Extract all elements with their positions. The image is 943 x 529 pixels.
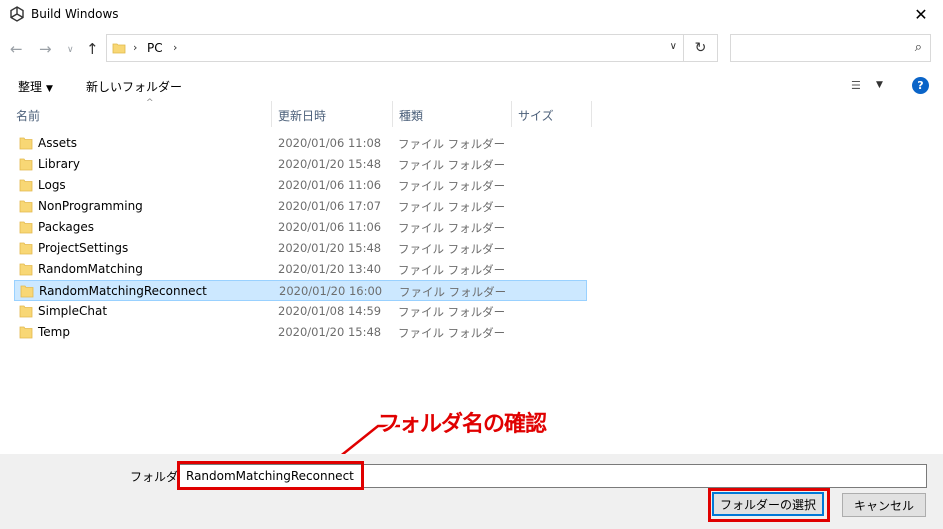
folder-icon bbox=[19, 221, 33, 234]
file-name: RandomMatching bbox=[38, 262, 143, 276]
up-arrow-icon[interactable]: ↑ bbox=[86, 41, 99, 57]
window-title: Build Windows bbox=[31, 7, 119, 21]
breadcrumb-item-pc[interactable]: PC bbox=[147, 41, 163, 55]
file-date: 2020/01/06 11:06 bbox=[278, 178, 382, 192]
file-name: SimpleChat bbox=[38, 304, 108, 318]
folder-icon bbox=[19, 326, 33, 339]
column-size[interactable]: サイズ bbox=[512, 101, 592, 127]
file-name: ProjectSettings bbox=[38, 241, 129, 255]
file-name: RandomMatchingReconnect bbox=[39, 284, 207, 298]
file-row[interactable]: NonProgramming 2020/01/06 17:07 ファイル フォルダー bbox=[14, 196, 587, 217]
file-row[interactable]: Assets 2020/01/06 11:08 ファイル フォルダー bbox=[14, 133, 587, 154]
column-name-label: 名前 bbox=[16, 109, 41, 123]
file-type: ファイル フォルダー bbox=[398, 158, 506, 172]
new-folder-button[interactable]: 新しいフォルダー bbox=[86, 78, 182, 95]
close-icon: ✕ bbox=[914, 5, 928, 24]
file-row[interactable]: Library 2020/01/20 15:48 ファイル フォルダー bbox=[14, 154, 587, 175]
file-name: Temp bbox=[38, 325, 70, 339]
file-type: ファイル フォルダー bbox=[399, 285, 507, 299]
folder-name-value: RandomMatchingReconnect bbox=[186, 469, 354, 483]
file-name: Library bbox=[38, 157, 80, 171]
caret-down-icon: ▼ bbox=[46, 84, 53, 94]
file-name: Assets bbox=[38, 136, 78, 150]
search-input[interactable] bbox=[737, 39, 897, 57]
search-icon[interactable]: ⌕ bbox=[915, 40, 922, 55]
navigation-bar: ← → ∨ ↑ › PC › ∨ ↻ ⌕ bbox=[0, 29, 943, 69]
file-row[interactable]: Logs 2020/01/06 11:06 ファイル フォルダー bbox=[14, 175, 587, 196]
help-icon[interactable]: ? bbox=[912, 77, 929, 94]
file-type: ファイル フォルダー bbox=[398, 326, 506, 340]
folder-icon bbox=[19, 263, 33, 276]
file-type: ファイル フォルダー bbox=[398, 305, 506, 319]
bottom-panel: フォルダー: RandomMatchingReconnect フォルダーの選択 … bbox=[0, 454, 943, 529]
file-date: 2020/01/20 13:40 bbox=[278, 262, 382, 276]
file-type: ファイル フォルダー bbox=[398, 200, 506, 214]
breadcrumb-separator-icon[interactable]: › bbox=[173, 41, 177, 54]
folder-icon bbox=[19, 305, 33, 318]
file-name: NonProgramming bbox=[38, 199, 143, 213]
column-date[interactable]: 更新日時 bbox=[272, 101, 393, 127]
back-arrow-icon[interactable]: ← bbox=[10, 41, 23, 57]
file-row[interactable]: Temp 2020/01/20 15:48 ファイル フォルダー bbox=[14, 322, 587, 343]
file-date: 2020/01/20 15:48 bbox=[278, 157, 382, 171]
file-row[interactable]: RandomMatching 2020/01/20 13:40 ファイル フォルダー bbox=[14, 259, 587, 280]
recent-locations-chevron-icon[interactable]: ∨ bbox=[67, 42, 74, 58]
annotation-label: フォルダ名の確認 bbox=[378, 412, 547, 437]
file-date: 2020/01/08 14:59 bbox=[278, 304, 382, 318]
refresh-button[interactable]: ↻ bbox=[684, 34, 718, 62]
file-type: ファイル フォルダー bbox=[398, 242, 506, 256]
file-date: 2020/01/20 15:48 bbox=[278, 241, 382, 255]
file-type: ファイル フォルダー bbox=[398, 179, 506, 193]
file-name: Packages bbox=[38, 220, 94, 234]
unity-icon bbox=[10, 6, 24, 22]
file-row[interactable]: SimpleChat 2020/01/08 14:59 ファイル フォルダー bbox=[14, 301, 587, 322]
file-date: 2020/01/06 11:06 bbox=[278, 220, 382, 234]
file-name: Logs bbox=[38, 178, 66, 192]
folder-name-input[interactable]: RandomMatchingReconnect bbox=[178, 464, 927, 488]
column-name[interactable]: 名前 ^ bbox=[10, 98, 272, 127]
folder-icon bbox=[19, 158, 33, 171]
command-toolbar: 整理 ▼ 新しいフォルダー ☰ ▼ ? bbox=[0, 69, 943, 101]
file-date: 2020/01/20 16:00 bbox=[279, 284, 383, 298]
folder-icon bbox=[19, 242, 33, 255]
folder-icon bbox=[19, 137, 33, 150]
folder-icon bbox=[20, 285, 34, 298]
column-type[interactable]: 種類 bbox=[393, 101, 512, 127]
folder-icon bbox=[19, 179, 33, 192]
breadcrumb-separator-icon: › bbox=[133, 41, 138, 54]
cancel-button[interactable]: キャンセル bbox=[842, 493, 926, 517]
organize-button[interactable]: 整理 ▼ bbox=[18, 78, 53, 95]
file-type: ファイル フォルダー bbox=[398, 137, 506, 151]
organize-label: 整理 bbox=[18, 80, 43, 94]
file-row[interactable]: Packages 2020/01/06 11:06 ファイル フォルダー bbox=[14, 217, 587, 238]
chevron-down-icon[interactable]: ∨ bbox=[670, 41, 677, 52]
file-date: 2020/01/06 11:08 bbox=[278, 136, 382, 150]
close-button[interactable]: ✕ bbox=[899, 0, 943, 29]
sort-ascending-icon: ^ bbox=[146, 98, 154, 108]
column-header: 名前 ^ 更新日時 種類 サイズ bbox=[0, 98, 592, 127]
search-box[interactable]: ⌕ bbox=[730, 34, 931, 62]
folder-icon bbox=[19, 200, 33, 213]
folder-icon bbox=[112, 43, 126, 54]
file-type: ファイル フォルダー bbox=[398, 221, 506, 235]
file-row[interactable]: ProjectSettings 2020/01/20 15:48 ファイル フォルダ… bbox=[14, 238, 587, 259]
file-date: 2020/01/06 17:07 bbox=[278, 199, 382, 213]
refresh-icon: ↻ bbox=[694, 40, 707, 56]
title-bar: Build Windows ✕ bbox=[0, 0, 943, 29]
select-folder-button[interactable]: フォルダーの選択 bbox=[712, 492, 824, 516]
address-bar[interactable]: › PC › ∨ bbox=[106, 34, 684, 62]
forward-arrow-icon[interactable]: → bbox=[39, 41, 52, 57]
file-list: 名前 ^ 更新日時 種類 サイズ Assets 2020/01/06 11:08 フ… bbox=[0, 98, 943, 454]
file-date: 2020/01/20 15:48 bbox=[278, 325, 382, 339]
view-options-icon[interactable]: ☰ bbox=[851, 79, 861, 92]
caret-down-icon[interactable]: ▼ bbox=[876, 80, 883, 90]
file-type: ファイル フォルダー bbox=[398, 263, 506, 277]
file-row[interactable]: RandomMatchingReconnect 2020/01/20 16:00 フ… bbox=[14, 280, 587, 301]
